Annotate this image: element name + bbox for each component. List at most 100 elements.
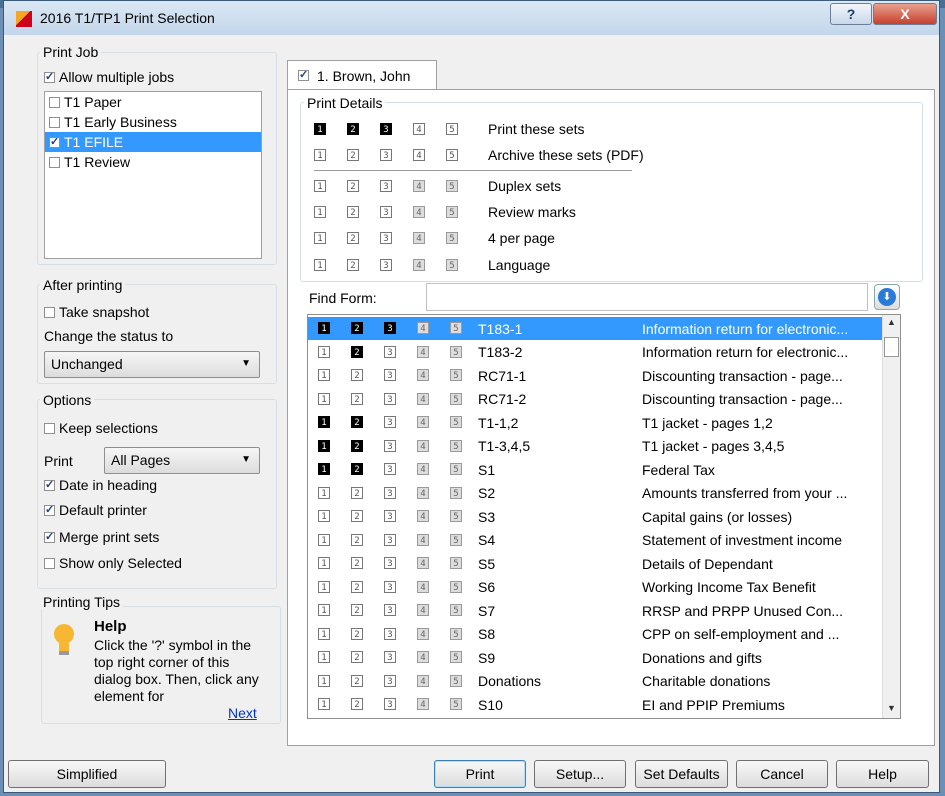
checkbox-icon[interactable] (49, 135, 60, 148)
form-set-toggle-5[interactable]: 5 (450, 392, 462, 405)
set-toggle-1[interactable]: 1 (314, 149, 326, 161)
form-row[interactable]: 1 2 3 4 5 S6 Working Income Tax Benefit (308, 576, 883, 599)
form-set-toggle-3[interactable]: 3 (384, 392, 396, 405)
set-defaults-button[interactable]: Set Defaults (635, 760, 728, 788)
set-toggle-4[interactable]: 4 (413, 180, 425, 192)
form-row[interactable]: 1 2 3 4 5 S2 Amounts transferred from your ... (308, 482, 883, 505)
form-set-toggle-5[interactable]: 5 (450, 345, 462, 358)
form-set-toggle-5[interactable]: 5 (450, 369, 462, 381)
print-pages-dropdown[interactable]: All Pages ▼ (104, 447, 260, 474)
form-set-toggle-2[interactable]: 2 (351, 463, 363, 475)
set-toggle-2[interactable]: 2 (347, 232, 359, 244)
set-toggle-5[interactable]: 5 (446, 180, 458, 192)
form-set-toggle-4[interactable]: 4 (417, 439, 429, 452)
form-set-toggle-2[interactable]: 2 (351, 674, 363, 687)
form-set-toggle-1[interactable]: 1 (318, 510, 330, 522)
form-set-toggle-3[interactable]: 3 (384, 698, 396, 710)
close-button[interactable]: X (873, 3, 937, 25)
tips-next-link[interactable]: Next (228, 705, 257, 721)
checkbox-icon[interactable] (49, 116, 60, 128)
form-set-toggle-5[interactable]: 5 (450, 416, 462, 428)
set-toggle-2[interactable]: 2 (347, 206, 359, 218)
form-set-toggle-5[interactable]: 5 (450, 580, 462, 593)
print-job-item[interactable]: T1 Review (45, 152, 261, 172)
set-toggle-5[interactable]: 5 (446, 149, 458, 161)
merge-print-sets-checkbox[interactable]: Merge print sets (44, 529, 159, 545)
form-set-toggle-4[interactable]: 4 (417, 604, 429, 616)
print-job-list[interactable]: T1 Paper T1 Early Business T1 EFILE T1 Revi… (44, 91, 262, 259)
form-set-toggle-1[interactable]: 1 (318, 580, 330, 593)
set-toggle-1[interactable]: 1 (314, 206, 326, 218)
set-toggle-5[interactable]: 5 (446, 232, 458, 244)
print-button[interactable]: Print (434, 760, 526, 788)
form-set-toggle-3[interactable]: 3 (384, 627, 396, 640)
form-set-toggle-2[interactable]: 2 (351, 627, 363, 640)
form-list-scrollbar[interactable]: ▲ ▼ (882, 315, 900, 718)
form-set-toggle-3[interactable]: 3 (384, 345, 396, 358)
form-set-toggle-3[interactable]: 3 (384, 604, 396, 616)
form-set-toggle-1[interactable]: 1 (318, 698, 330, 710)
form-row[interactable]: 1 2 3 4 5 T1-1,2 T1 jacket - pages 1,2 (308, 411, 883, 434)
form-set-toggle-4[interactable]: 4 (417, 463, 429, 475)
form-set-toggle-5[interactable]: 5 (450, 698, 462, 710)
form-set-toggle-4[interactable]: 4 (417, 533, 429, 546)
form-set-toggle-1[interactable]: 1 (318, 439, 330, 452)
take-snapshot-checkbox[interactable]: Take snapshot (44, 304, 149, 320)
form-set-toggle-1[interactable]: 1 (318, 627, 330, 640)
form-set-toggle-2[interactable]: 2 (351, 392, 363, 405)
cancel-button[interactable]: Cancel (736, 760, 828, 788)
set-toggle-1[interactable]: 1 (314, 180, 326, 192)
set-toggle-2[interactable]: 2 (347, 259, 359, 271)
set-toggle-4[interactable]: 4 (413, 123, 425, 135)
form-set-toggle-5[interactable]: 5 (450, 463, 462, 475)
form-set-toggle-2[interactable]: 2 (351, 369, 363, 381)
form-set-toggle-2[interactable]: 2 (351, 345, 363, 358)
form-set-toggle-2[interactable]: 2 (351, 486, 363, 499)
form-set-toggle-2[interactable]: 2 (351, 651, 363, 663)
find-form-input[interactable] (426, 283, 868, 311)
set-toggle-4[interactable]: 4 (413, 149, 425, 161)
set-toggle-5[interactable]: 5 (446, 206, 458, 218)
set-toggle-2[interactable]: 2 (347, 180, 359, 192)
form-set-toggle-4[interactable]: 4 (417, 322, 429, 334)
set-toggle-2[interactable]: 2 (347, 123, 359, 135)
form-row[interactable]: 1 2 3 4 5 S5 Details of Dependant (308, 552, 883, 575)
form-set-toggle-2[interactable]: 2 (351, 698, 363, 710)
form-set-toggle-5[interactable]: 5 (450, 627, 462, 640)
form-set-toggle-4[interactable]: 4 (417, 345, 429, 358)
set-toggle-4[interactable]: 4 (413, 232, 425, 244)
form-set-toggle-1[interactable]: 1 (318, 392, 330, 405)
form-set-toggle-1[interactable]: 1 (318, 463, 330, 475)
form-set-toggle-3[interactable]: 3 (384, 674, 396, 687)
form-set-toggle-4[interactable]: 4 (417, 486, 429, 499)
form-set-toggle-3[interactable]: 3 (384, 416, 396, 428)
set-toggle-1[interactable]: 1 (314, 123, 326, 135)
form-set-toggle-1[interactable]: 1 (318, 369, 330, 381)
set-toggle-3[interactable]: 3 (380, 206, 392, 218)
tab-brown-john[interactable]: 1. Brown, John (287, 60, 437, 90)
form-row[interactable]: 1 2 3 4 5 T1-3,4,5 T1 jacket - pages 3,4,5 (308, 435, 883, 458)
form-set-toggle-2[interactable]: 2 (351, 510, 363, 522)
show-only-selected-checkbox[interactable]: Show only Selected (44, 555, 182, 571)
print-job-item[interactable]: T1 Paper (45, 92, 261, 112)
set-toggle-1[interactable]: 1 (314, 259, 326, 271)
form-row[interactable]: 1 2 3 4 5 RC71-2 Discounting transaction - pag… (308, 388, 883, 411)
form-row[interactable]: 1 2 3 4 5 S4 Statement of investment income (308, 529, 883, 552)
set-toggle-2[interactable]: 2 (347, 149, 359, 161)
form-set-toggle-4[interactable]: 4 (417, 369, 429, 381)
form-set-toggle-4[interactable]: 4 (417, 580, 429, 593)
title-bar[interactable]: 2016 T1/TP1 Print Selection ? X (4, 1, 939, 35)
form-set-toggle-3[interactable]: 3 (384, 486, 396, 499)
form-set-toggle-5[interactable]: 5 (450, 674, 462, 687)
form-row[interactable]: 1 2 3 4 5 RC71-1 Discounting transaction - pag… (308, 364, 883, 387)
form-row[interactable]: 1 2 3 4 5 S10 EI and PPIP Premiums (308, 693, 883, 716)
form-row[interactable]: 1 2 3 4 5 T183-1 Information return for electr… (308, 317, 883, 340)
set-toggle-4[interactable]: 4 (413, 259, 425, 271)
form-set-toggle-2[interactable]: 2 (351, 557, 363, 569)
form-set-toggle-2[interactable]: 2 (351, 580, 363, 593)
set-toggle-3[interactable]: 3 (380, 123, 392, 135)
form-set-toggle-5[interactable]: 5 (450, 510, 462, 522)
scrollbar-thumb[interactable] (884, 337, 899, 357)
scroll-down-icon[interactable]: ▼ (887, 703, 896, 713)
form-set-toggle-4[interactable]: 4 (417, 557, 429, 569)
